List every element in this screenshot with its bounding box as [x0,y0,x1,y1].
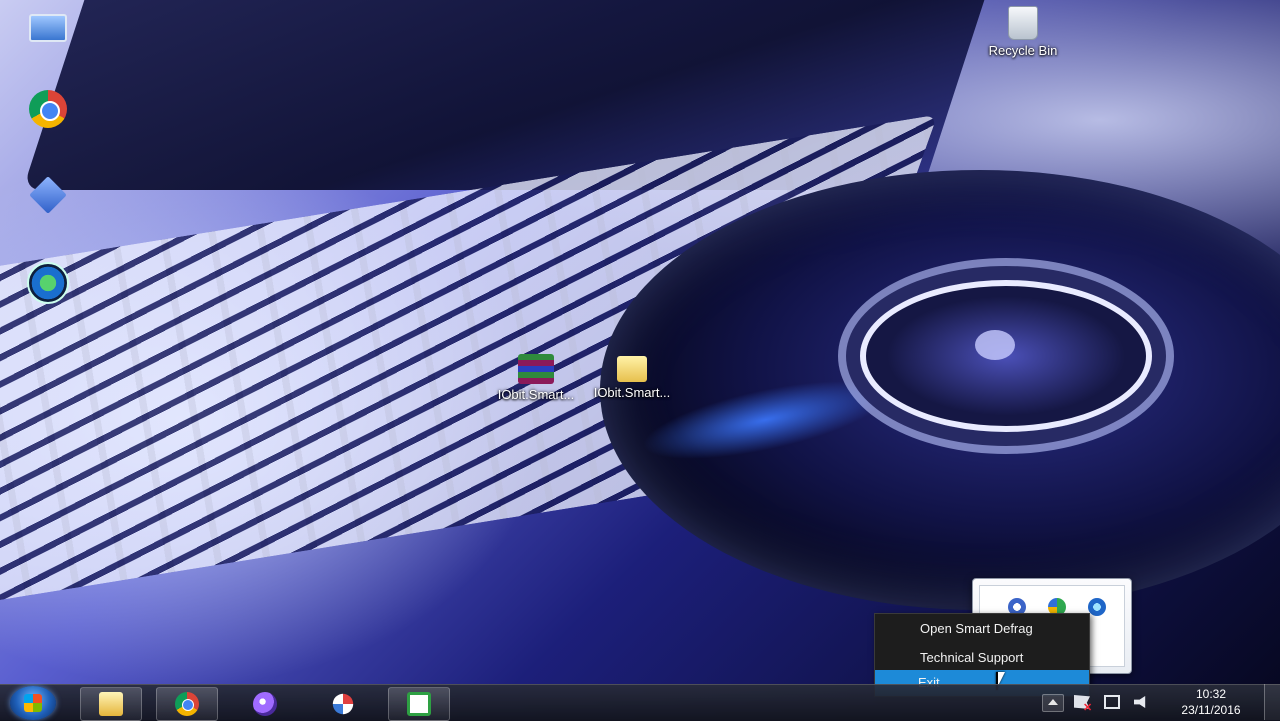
menu-item-open-smart-defrag[interactable]: Open Smart Defrag [875,616,1089,642]
taskbar-clock[interactable]: 10:32 23/11/2016 [1166,686,1256,718]
desktop-icon-smart-defrag[interactable] [8,262,88,307]
clock-date: 23/11/2016 [1181,703,1241,717]
desktop-icon-winrar-archive[interactable]: IObit.Smart... [492,350,580,402]
folder-icon [617,356,647,382]
desktop-icon-folder[interactable]: IObit.Smart... [588,350,676,400]
show-desktop-button[interactable] [1264,684,1280,720]
desktop-icon-tools[interactable] [8,176,88,217]
clock-time: 10:32 [1195,687,1227,701]
desktop-icon-label: IObit.Smart... [497,387,575,402]
chrome-icon [175,692,199,716]
wallpaper-hub-center [975,330,1015,360]
show-hidden-icons-button[interactable] [1042,694,1064,712]
menu-item-technical-support[interactable]: Technical Support [875,645,1089,671]
desktop-icon-label: IObit.Smart... [593,385,671,400]
desktop-icon-label: Recycle Bin [988,43,1058,58]
action-center-alert-icon: ✕ [1083,702,1093,714]
taskbar-camtasia[interactable] [388,687,450,721]
tools-icon [29,176,67,214]
chrome-icon [29,90,67,128]
smart-defrag-icon [27,262,69,304]
computer-icon [29,14,67,42]
desktop-icon-computer[interactable] [8,6,88,45]
camtasia-icon [407,692,431,716]
recycle-bin-icon [1008,6,1038,40]
taskbar-google-chrome[interactable] [156,687,218,721]
desktop-icon-recycle-bin[interactable]: Recycle Bin [983,6,1063,58]
folder-icon [99,692,123,716]
winrar-archive-icon [518,354,554,384]
taskbar-windows-explorer[interactable] [80,687,142,721]
desktop-icon-chrome[interactable] [8,90,88,131]
start-button[interactable] [10,686,56,720]
taskbar-snipping-tool[interactable] [312,687,374,721]
orb-icon [253,692,277,716]
taskbar-media-app[interactable] [234,687,296,721]
scissors-icon [332,693,354,715]
windows-logo-icon [24,694,42,712]
network-icon[interactable] [1104,695,1120,709]
smart-defrag-tray-icon[interactable] [1088,598,1106,616]
